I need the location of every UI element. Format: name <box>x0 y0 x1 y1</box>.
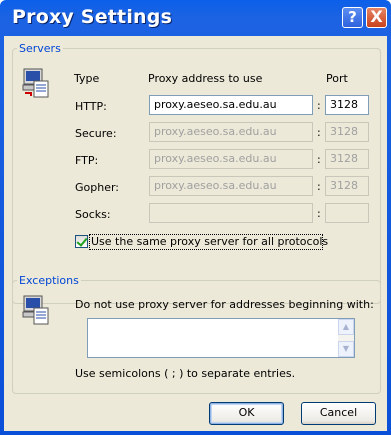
proxy-settings-window: Proxy Settings ? X Servers Type Proxy ad… <box>0 0 391 435</box>
http-label: HTTP: <box>75 100 107 113</box>
port-separator: : <box>317 99 321 112</box>
computer-network-icon <box>22 68 49 98</box>
ftp-port-input: 3128 <box>325 149 369 169</box>
socks-port-input <box>325 203 369 223</box>
port-separator: : <box>317 153 321 166</box>
ok-button[interactable]: OK <box>209 402 284 425</box>
exceptions-scrollbar[interactable]: ▲ ▼ <box>338 319 354 357</box>
same-proxy-label[interactable]: Use the same proxy server for all protoc… <box>91 235 328 248</box>
scroll-up-icon[interactable]: ▲ <box>338 319 354 335</box>
exceptions-description: Do not use proxy server for addresses be… <box>75 298 374 311</box>
socks-address-input <box>149 203 313 223</box>
column-header-type: Type <box>74 72 100 85</box>
scroll-down-icon[interactable]: ▼ <box>338 341 354 357</box>
close-button[interactable]: X <box>366 7 387 28</box>
http-address-input[interactable]: proxy.aeseo.sa.edu.au <box>149 95 313 115</box>
secure-address-input: proxy.aeseo.sa.edu.au <box>149 122 313 142</box>
ftp-address-input: proxy.aeseo.sa.edu.au <box>149 149 313 169</box>
port-separator: : <box>317 207 321 220</box>
window-title: Proxy Settings <box>12 6 173 28</box>
column-header-port: Port <box>326 72 348 85</box>
help-button[interactable]: ? <box>342 7 363 28</box>
socks-label: Socks: <box>75 208 111 221</box>
exceptions-group-label: Exceptions <box>19 274 79 287</box>
computer-list-icon <box>22 295 49 325</box>
port-separator: : <box>317 180 321 193</box>
http-port-input[interactable]: 3128 <box>325 95 369 115</box>
gopher-port-input: 3128 <box>325 176 369 196</box>
secure-port-input: 3128 <box>325 122 369 142</box>
servers-group-label: Servers <box>19 42 61 55</box>
dialog-body: Servers Type Proxy address to use Port H… <box>4 36 387 431</box>
exceptions-hint: Use semicolons ( ; ) to separate entries… <box>75 367 296 380</box>
cancel-button[interactable]: Cancel <box>301 402 376 425</box>
same-proxy-checkbox[interactable] <box>75 235 88 248</box>
ftp-label: FTP: <box>75 154 99 167</box>
title-bar[interactable]: Proxy Settings ? X <box>0 0 391 40</box>
exceptions-textarea[interactable]: ▲ ▼ <box>87 318 355 358</box>
gopher-label: Gopher: <box>75 181 120 194</box>
secure-label: Secure: <box>75 127 117 140</box>
port-separator: : <box>317 126 321 139</box>
gopher-address-input: proxy.aeseo.sa.edu.au <box>149 176 313 196</box>
column-header-address: Proxy address to use <box>148 72 263 85</box>
